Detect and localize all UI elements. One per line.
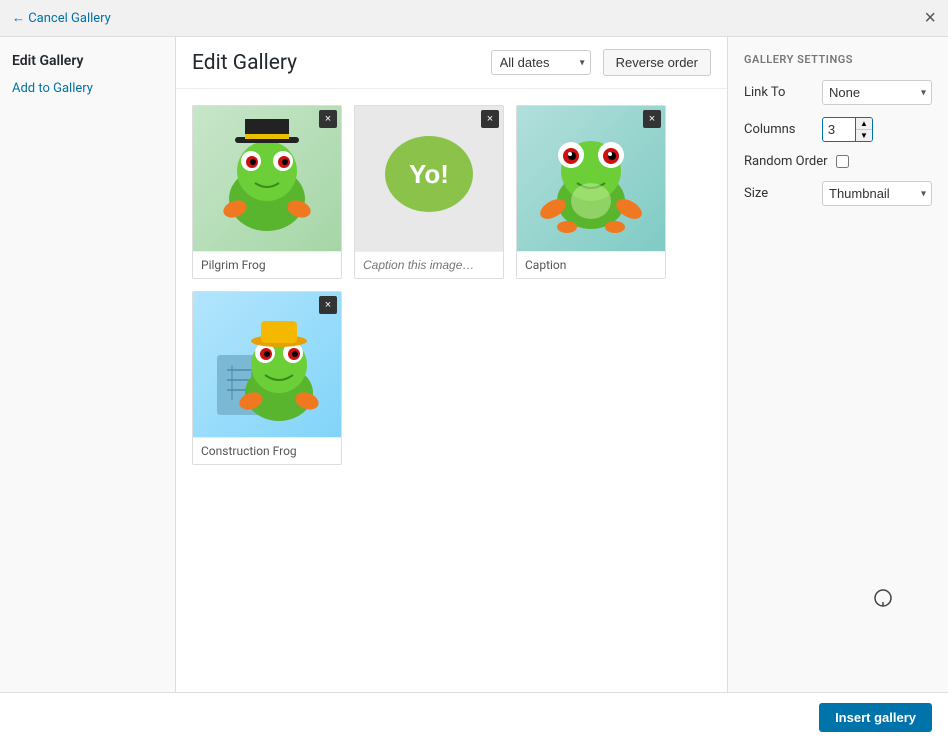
size-select[interactable]: Thumbnail Medium Large Full Size xyxy=(822,181,932,206)
cursor-indicator xyxy=(873,588,893,612)
pilgrim-frog-svg xyxy=(207,119,327,239)
gallery-item-image xyxy=(517,106,665,251)
sidebar-title: Edit Gallery xyxy=(12,53,163,69)
gallery-item: × Pilgrim Frog xyxy=(192,105,342,279)
center-header: Edit Gallery All dates ▾ Reverse order xyxy=(176,37,727,89)
size-label: Size xyxy=(744,186,814,201)
remove-yo-button[interactable]: × xyxy=(481,110,499,128)
main-area: Edit Gallery Add to Gallery Edit Gallery… xyxy=(0,37,948,692)
yo-frog-caption-input[interactable] xyxy=(363,258,495,272)
yo-frog-image: Yo! xyxy=(355,106,503,251)
cancel-gallery-link[interactable]: ← Cancel Gallery xyxy=(12,10,111,26)
link-to-row: Link To None Media File Attachment Page … xyxy=(744,80,932,105)
remove-tree-frog-button[interactable]: × xyxy=(643,110,661,128)
gallery-item-image xyxy=(193,106,341,251)
link-to-label: Link To xyxy=(744,85,814,100)
pilgrim-frog-image xyxy=(193,106,341,251)
link-to-select[interactable]: None Media File Attachment Page xyxy=(822,80,932,105)
gallery-item: × Construction Frog xyxy=(192,291,342,465)
gallery-item-image: Yo! xyxy=(355,106,503,251)
size-row: Size Thumbnail Medium Large Full Size ▾ xyxy=(744,181,932,206)
reverse-order-button[interactable]: Reverse order xyxy=(603,49,711,76)
columns-label: Columns xyxy=(744,122,814,137)
construction-frog-svg xyxy=(207,305,327,425)
tree-frog-image xyxy=(517,106,665,251)
random-order-label: Random Order xyxy=(744,154,828,169)
pilgrim-frog-caption-text: Pilgrim Frog xyxy=(201,258,266,272)
tree-frog-caption-text: Caption xyxy=(525,258,566,272)
remove-pilgrim-button[interactable]: × xyxy=(319,110,337,128)
tree-frog-svg xyxy=(531,119,651,239)
columns-increment-button[interactable]: ▲ xyxy=(856,118,872,130)
center-content: Edit Gallery All dates ▾ Reverse order xyxy=(176,37,728,692)
sidebar: Edit Gallery Add to Gallery xyxy=(0,37,176,692)
page-title: Edit Gallery xyxy=(192,51,297,75)
close-button[interactable]: × xyxy=(924,8,936,28)
date-filter-select[interactable]: All dates xyxy=(491,50,591,75)
gallery-item-image xyxy=(193,292,341,437)
gallery-grid: × Pilgrim Frog xyxy=(176,89,727,692)
construction-frog-caption: Construction Frog xyxy=(193,437,341,464)
top-bar: ← Cancel Gallery × xyxy=(0,0,948,37)
bottom-bar: Insert gallery xyxy=(0,692,948,742)
yo-frog-caption xyxy=(355,251,503,278)
insert-gallery-button[interactable]: Insert gallery xyxy=(819,703,932,732)
cursor-svg xyxy=(873,588,893,608)
random-order-row: Random Order xyxy=(744,154,932,169)
settings-panel: GALLERY SETTINGS Link To None Media File… xyxy=(728,37,948,692)
date-filter-wrap: All dates ▾ xyxy=(491,50,591,75)
columns-row: Columns 3 ▲ ▼ xyxy=(744,117,932,142)
construction-frog-caption-text: Construction Frog xyxy=(201,444,297,458)
svg-text:Yo!: Yo! xyxy=(409,159,449,189)
remove-construction-button[interactable]: × xyxy=(319,296,337,314)
add-to-gallery-link[interactable]: Add to Gallery xyxy=(12,81,163,96)
columns-decrement-button[interactable]: ▼ xyxy=(856,130,872,141)
columns-input[interactable]: 3 xyxy=(823,118,855,141)
gallery-item: Yo! × xyxy=(354,105,504,279)
settings-panel-title: GALLERY SETTINGS xyxy=(744,53,932,66)
construction-frog-image xyxy=(193,292,341,437)
random-order-checkbox[interactable] xyxy=(836,155,849,168)
tree-frog-caption: Caption xyxy=(517,251,665,278)
pilgrim-frog-caption: Pilgrim Frog xyxy=(193,251,341,278)
yo-bubble-svg: Yo! xyxy=(369,119,489,239)
gallery-item: × Caption xyxy=(516,105,666,279)
